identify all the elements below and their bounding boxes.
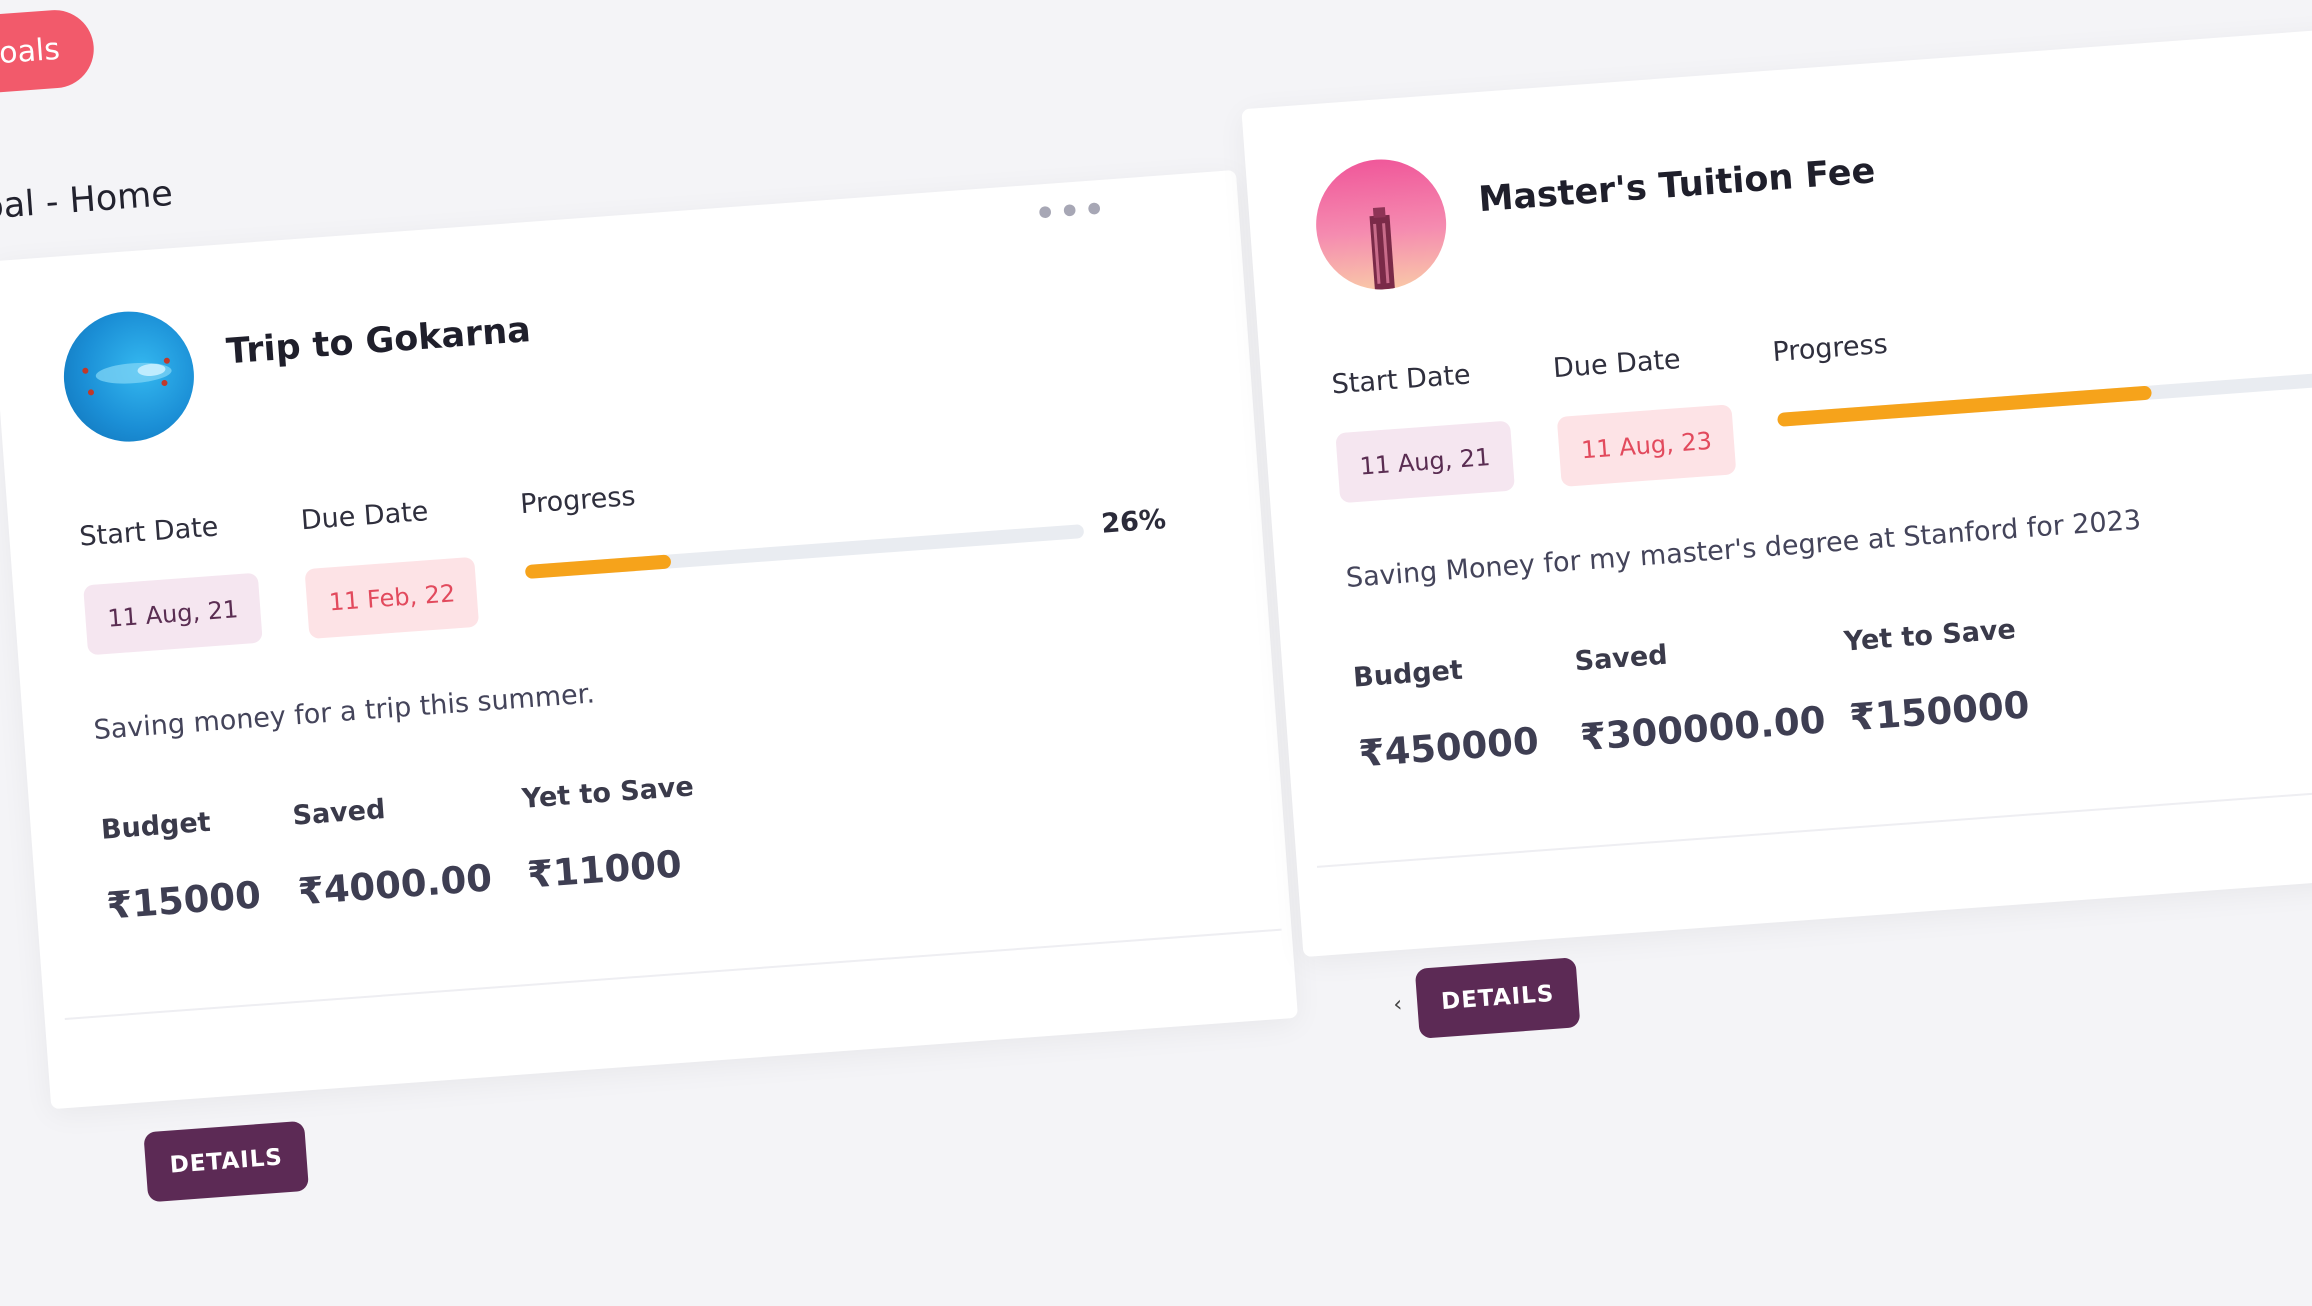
yet-to-save-label: Yet to Save <box>520 771 695 815</box>
details-button[interactable]: DETAILS <box>143 1120 310 1203</box>
goals-tab[interactable]: Goals <box>0 7 97 101</box>
more-options-icon[interactable]: ••• <box>1032 187 1109 238</box>
details-button[interactable]: DETAILS <box>1414 957 1581 1039</box>
saved-label: Saved <box>1573 639 1669 678</box>
chevron-left-icon[interactable]: ‹ <box>1392 992 1403 1018</box>
start-date-badge: 11 Aug, 21 <box>83 572 263 656</box>
card-divider <box>1316 779 2312 868</box>
goal-title: Master's Tuition Fee <box>1477 151 1877 221</box>
budget-label: Budget <box>1352 654 1464 694</box>
start-date-label: Start Date <box>1330 359 1472 401</box>
saved-value: ₹300000.00 <box>1578 698 1827 760</box>
beach-avatar-icon <box>59 306 199 447</box>
progress-percent: 26% <box>1100 504 1167 540</box>
yet-to-save-value: ₹150000 <box>1847 683 2031 740</box>
due-date-badge: 11 Aug, 23 <box>1556 404 1737 487</box>
progress-bar <box>524 524 1085 580</box>
page-title: Goal - Home <box>0 173 175 230</box>
progress-bar-fill <box>1777 385 2153 427</box>
start-date-badge: 11 Aug, 21 <box>1335 420 1515 504</box>
progress-label: Progress <box>519 480 637 521</box>
yet-to-save-label: Yet to Save <box>1842 614 2017 658</box>
budget-value: ₹450000 <box>1357 719 1541 776</box>
goals-tab-label: Goals <box>0 31 62 73</box>
saved-value: ₹4000.00 <box>296 856 494 914</box>
due-date-label: Due Date <box>299 496 430 537</box>
progress-label: Progress <box>1771 328 1889 369</box>
progress-bar <box>1777 371 2312 427</box>
goal-title: Trip to Gokarna <box>224 310 533 373</box>
goal-description: Saving Money for my master's degree at S… <box>1344 504 2143 594</box>
goals-page: Goals Goal - Home ••• Trip to Gokarna St… <box>0 0 2312 1298</box>
progress-bar-fill <box>524 554 672 580</box>
goal-card: Master's Tuition Fee Start Date Due Date… <box>1241 21 2312 1039</box>
yet-to-save-value: ₹11000 <box>525 842 684 897</box>
goal-description: Saving money for a trip this summer. <box>92 678 596 747</box>
budget-label: Budget <box>99 806 212 846</box>
building-avatar-icon <box>1311 154 1451 295</box>
budget-value: ₹15000 <box>105 873 263 928</box>
card-divider <box>64 928 1282 1020</box>
start-date-label: Start Date <box>78 511 220 553</box>
goal-card: ••• Trip to Gokarna Start Date Due Date … <box>0 169 1299 1203</box>
due-date-label: Due Date <box>1552 343 1682 385</box>
saved-label: Saved <box>291 794 387 832</box>
due-date-badge: 11 Feb, 22 <box>304 556 480 640</box>
